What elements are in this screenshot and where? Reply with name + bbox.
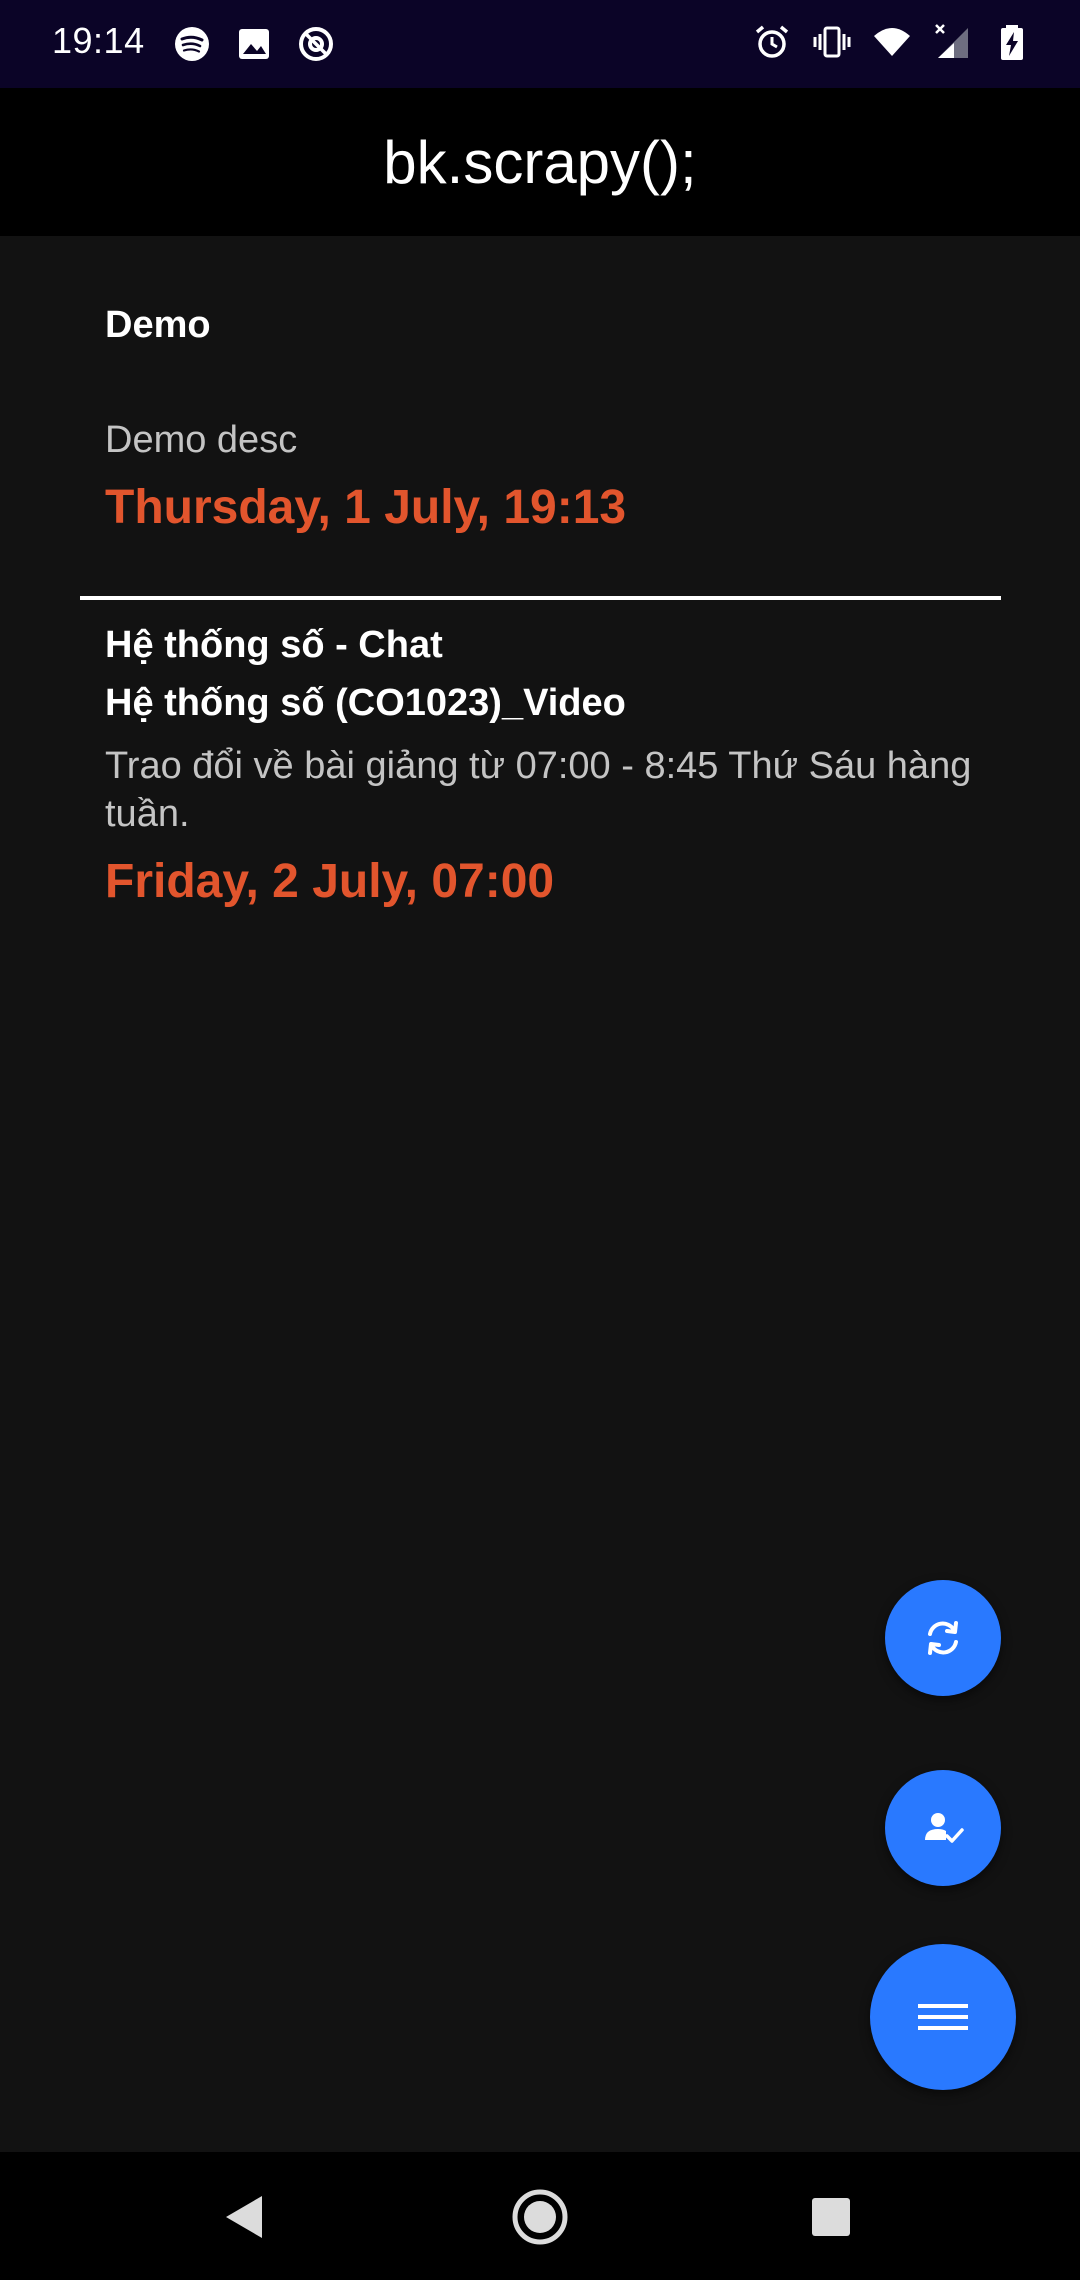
menu-button[interactable]	[870, 1944, 1016, 2090]
item-date: Thursday, 1 July, 19:13	[105, 481, 627, 534]
image-icon	[234, 24, 274, 64]
wifi-icon	[872, 22, 912, 62]
app-title: bk.scrapy();	[383, 129, 697, 196]
navigation-bar	[0, 2152, 1080, 2280]
back-icon[interactable]	[210, 2182, 280, 2252]
item-title: Hệ thống số - Chat	[105, 624, 443, 666]
list-item[interactable]: Hệ thống số - Chat Hệ thống số (CO1023)_…	[105, 616, 1005, 912]
vibrate-icon	[812, 22, 852, 62]
item-description: Demo desc	[105, 419, 298, 461]
status-time: 19:14	[52, 20, 145, 61]
system-icons	[752, 22, 1032, 62]
status-bar: 19:14	[0, 0, 1080, 88]
home-icon[interactable]	[505, 2182, 575, 2252]
alarm-icon	[752, 22, 792, 62]
recents-icon[interactable]	[796, 2182, 866, 2252]
at-sign-icon	[296, 24, 336, 64]
list-item[interactable]: Demo Demo desc Thursday, 1 July, 19:13	[105, 296, 1005, 538]
battery-charging-icon	[992, 22, 1032, 62]
signal-icon	[932, 22, 972, 62]
account-check-button[interactable]	[885, 1770, 1001, 1886]
spotify-icon	[172, 24, 212, 64]
item-date: Friday, 2 July, 07:00	[105, 855, 555, 908]
app-bar: bk.scrapy();	[0, 88, 1080, 236]
notification-icons	[172, 24, 336, 64]
refresh-icon	[921, 1616, 965, 1660]
menu-icon	[915, 1989, 971, 2045]
divider	[80, 596, 1001, 600]
account-check-icon	[921, 1806, 965, 1850]
item-title: Demo	[105, 304, 211, 346]
refresh-button[interactable]	[885, 1580, 1001, 1696]
item-description: Trao đổi về bài giảng từ 07:00 - 8:45 Th…	[105, 745, 972, 835]
item-subtitle: Hệ thống số (CO1023)_Video	[105, 682, 626, 724]
